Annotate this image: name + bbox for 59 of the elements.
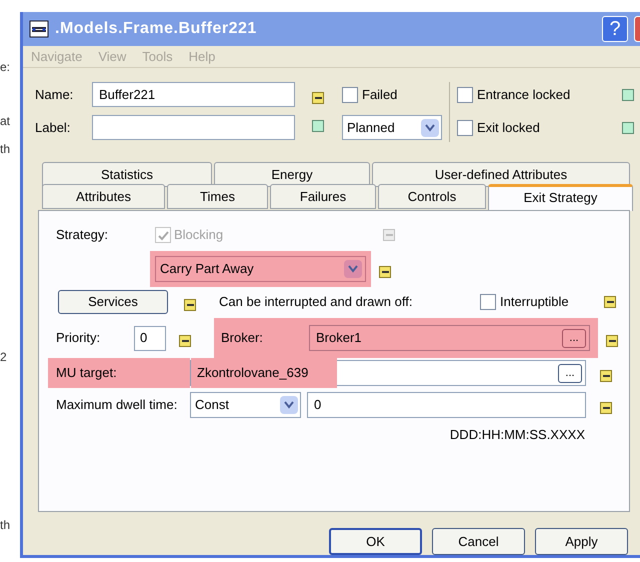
dialog-button[interactable]: OK (329, 528, 422, 555)
status-select[interactable]: Planned (342, 115, 442, 140)
window-icon (29, 20, 49, 38)
dropdown-caret-icon[interactable] (280, 396, 298, 414)
dialog-button[interactable]: Cancel (432, 528, 525, 555)
services-button[interactable]: Services (58, 290, 168, 314)
tab[interactable]: Times (167, 184, 268, 210)
indicator-icon[interactable] (312, 92, 324, 104)
dwell-time-field[interactable]: 0 (307, 392, 586, 418)
indicator-icon[interactable] (600, 402, 612, 414)
option-text: Can be interrupted and drawn off: (219, 293, 414, 312)
text-field[interactable]: Buffer221 (92, 82, 295, 108)
tab[interactable]: Exit Strategy (488, 184, 633, 212)
browse-button[interactable]: ... (558, 364, 582, 383)
checkbox-label: Failed (362, 86, 398, 104)
field-value: Broker1 (316, 329, 362, 348)
strategy-select[interactable]: Carry Part Away (155, 256, 366, 282)
checkbox-label: Exit locked (476, 118, 541, 137)
checkbox-label: Interruptible (500, 293, 570, 312)
background-text: e: (0, 59, 12, 76)
indicator-icon[interactable] (184, 299, 196, 312)
broker-field[interactable]: Broker1 ... (309, 325, 590, 352)
field-label: Priority: (56, 329, 102, 348)
field-label: Strategy: (56, 226, 110, 244)
window-title: .Models.Frame.Buffer221 (55, 18, 258, 39)
tab[interactable]: Controls (378, 184, 486, 210)
indicator-icon[interactable] (179, 335, 191, 348)
checkbox[interactable] (456, 86, 473, 103)
browse-button[interactable]: ... (562, 328, 586, 348)
field-value: Zkontrolovane_639 (191, 358, 337, 388)
background-text: th (0, 141, 12, 158)
checkbox[interactable] (456, 120, 473, 136)
indicator-icon[interactable] (600, 370, 612, 382)
dropdown-caret-icon[interactable] (421, 118, 439, 137)
field-label: Name: (35, 86, 74, 104)
background-text: th (0, 517, 12, 534)
field-label: Broker: (221, 329, 264, 348)
tab[interactable]: Failures (270, 184, 376, 210)
mu-target-field[interactable]: Zkontrolovane_639 ... (190, 360, 586, 386)
text-field[interactable] (92, 115, 295, 140)
help-button[interactable]: ? (602, 16, 628, 42)
dialog-button[interactable]: Apply (535, 528, 628, 555)
checkbox-label: Blocking (174, 226, 224, 244)
indicator-icon[interactable] (604, 296, 616, 308)
checkbox[interactable] (342, 86, 358, 103)
indicator-icon[interactable] (379, 266, 391, 278)
dropdown-caret-icon[interactable] (344, 260, 362, 278)
background-text: 2 (0, 349, 8, 366)
checkbox[interactable] (480, 294, 496, 310)
field-label: Label: (35, 118, 72, 137)
distribution-select[interactable]: Const (190, 392, 301, 418)
background-text: at (0, 113, 12, 130)
checkbox-label: Entrance locked (476, 86, 572, 104)
time-format-text: DDD:HH:MM:SS.XXXX (450, 426, 585, 444)
tab[interactable]: Attributes (42, 184, 165, 210)
field-label: MU target: (48, 358, 190, 388)
indicator-icon[interactable] (606, 335, 618, 348)
priority-field[interactable]: 0 (134, 326, 166, 351)
field-label: Maximum dwell time: (56, 396, 178, 414)
